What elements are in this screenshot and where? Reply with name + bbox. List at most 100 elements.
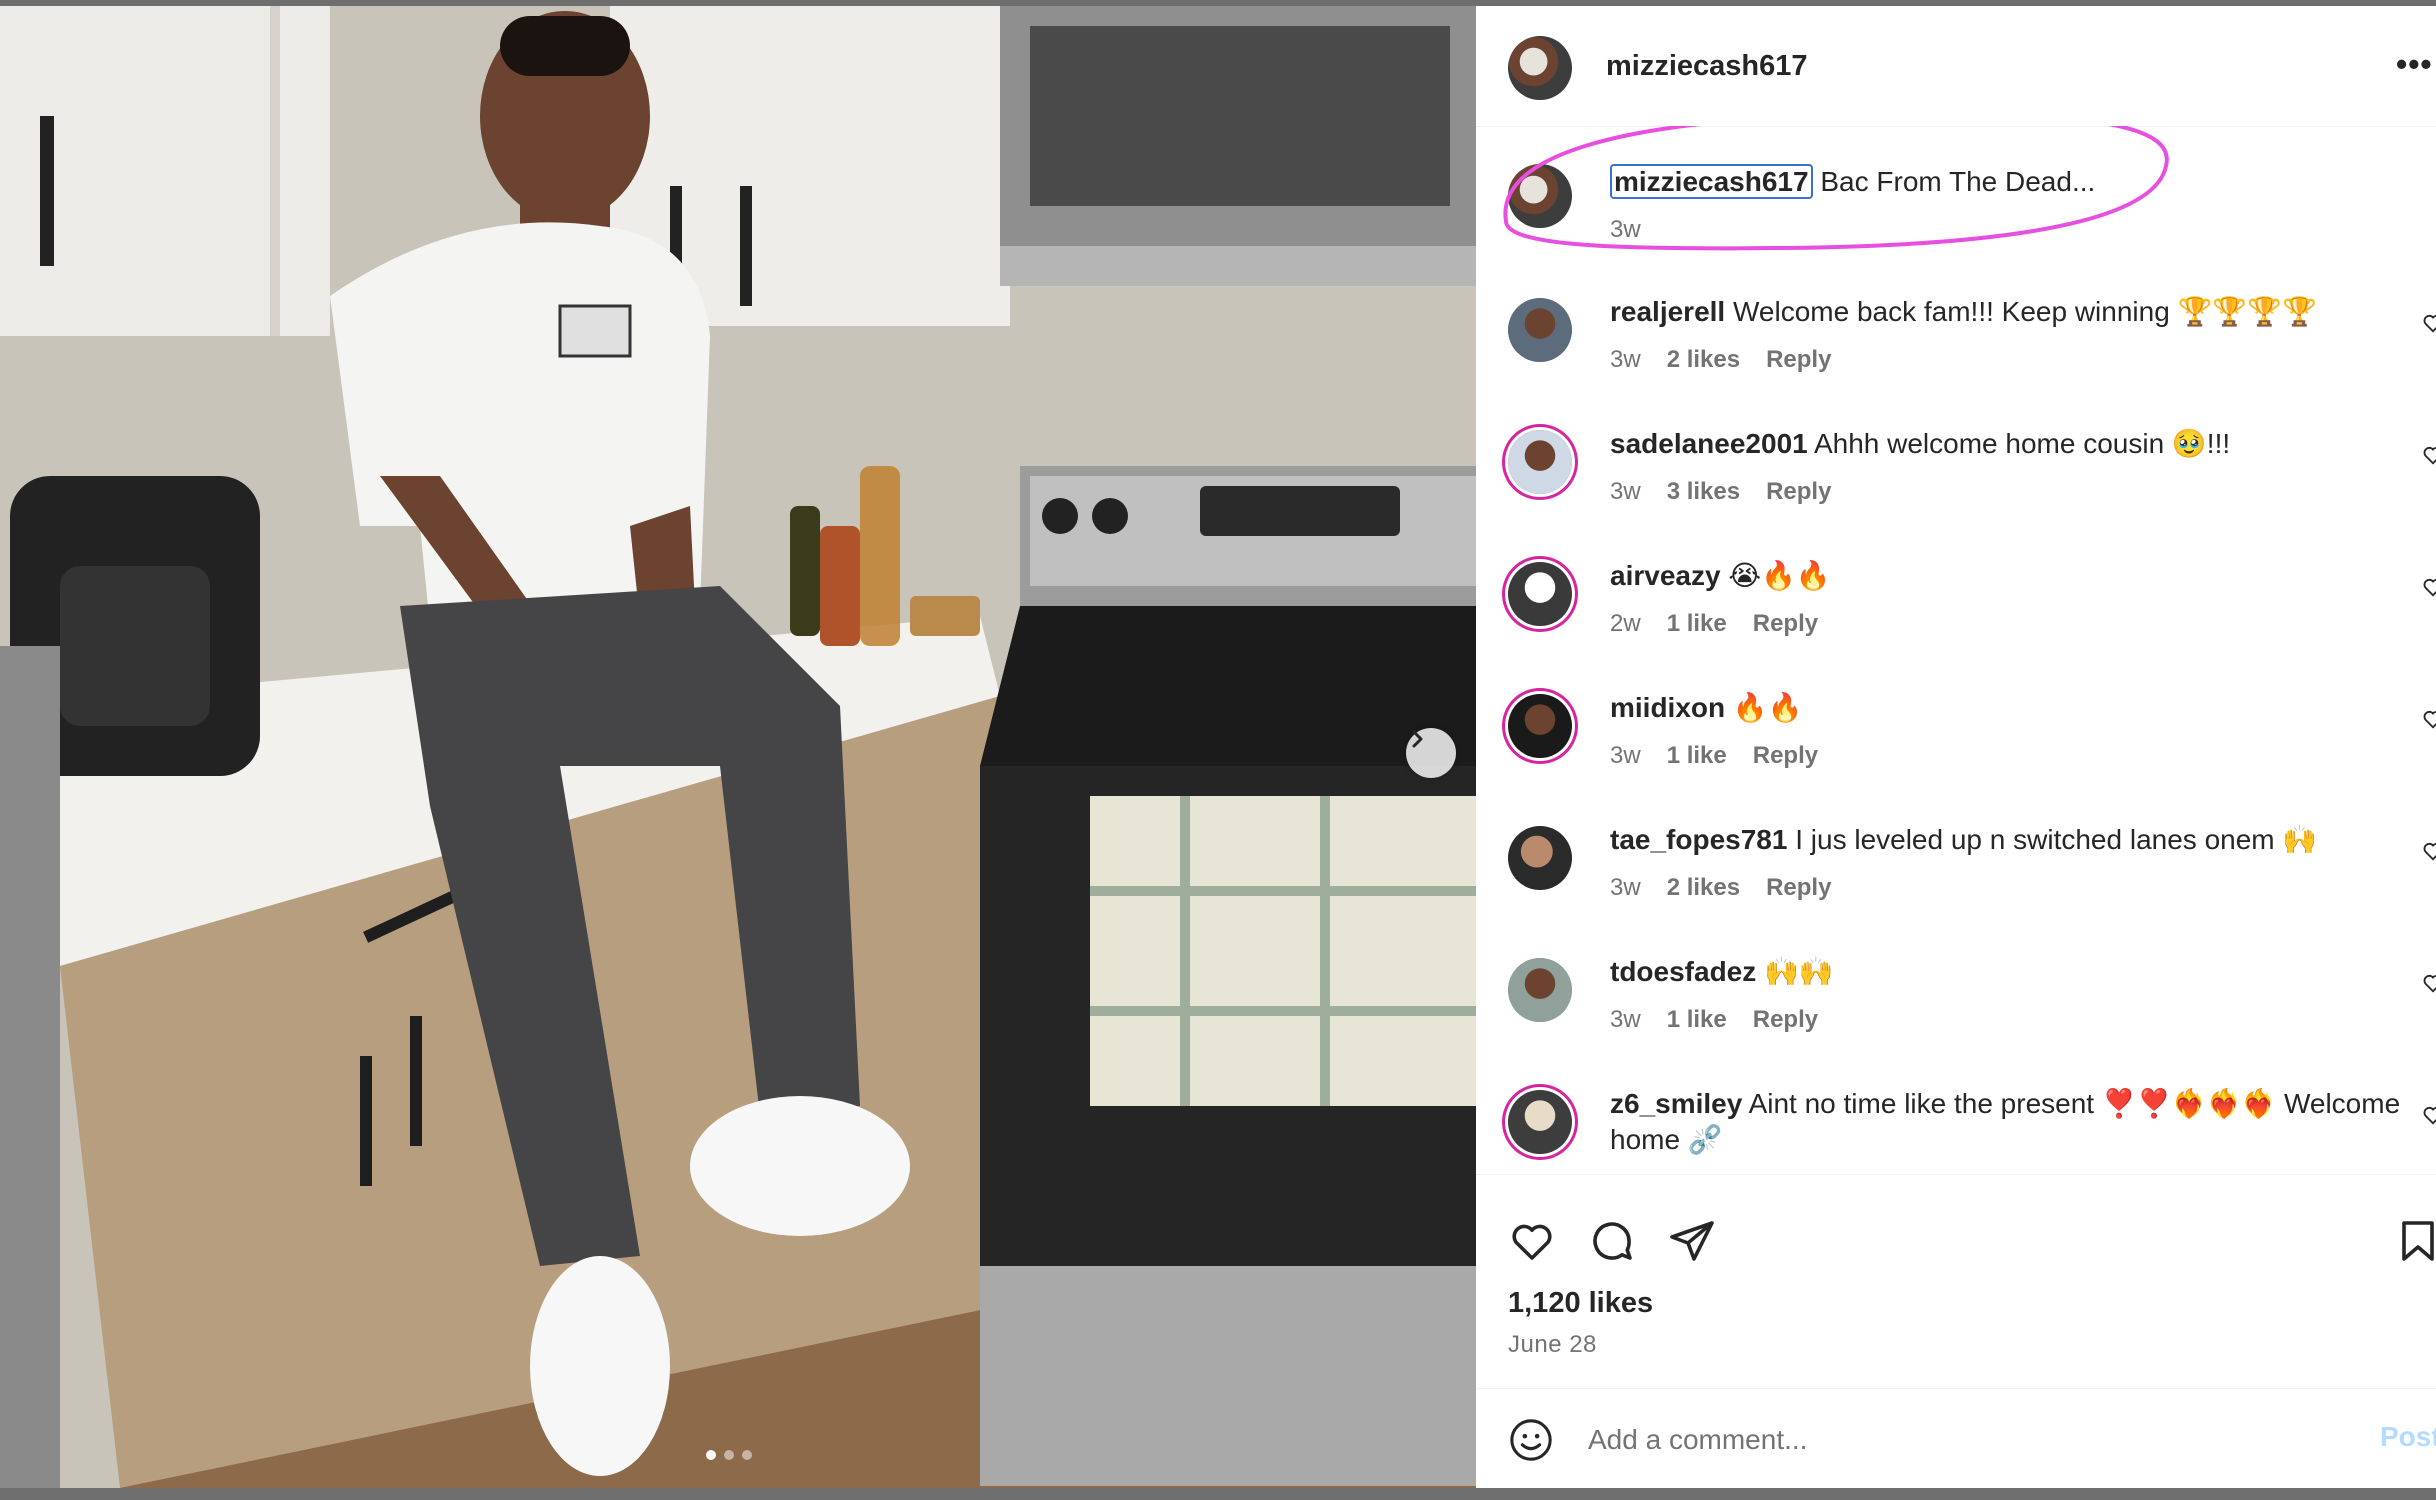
comment-meta: 3w 2 likes Reply xyxy=(1610,346,1831,374)
reply-button[interactable]: Reply xyxy=(1766,478,1831,506)
caption-time: 3w xyxy=(1610,216,1641,243)
post-caption: mizziecash617 Bac From The Dead... 3w xyxy=(1476,126,2436,276)
comment-username[interactable]: sadelanee2001 xyxy=(1610,428,1808,459)
towel-stripe xyxy=(1090,886,1476,896)
heart-icon[interactable] xyxy=(1508,1217,1556,1265)
can xyxy=(910,596,980,636)
heart-icon[interactable] xyxy=(2422,1104,2436,1126)
reply-button[interactable]: Reply xyxy=(1753,610,1818,638)
emoji-icon[interactable] xyxy=(1508,1417,1554,1463)
comment-time: 2w xyxy=(1610,610,1641,637)
comment-avatar[interactable] xyxy=(1508,430,1572,494)
person-hair xyxy=(500,16,630,76)
comment-likes[interactable]: 3 likes xyxy=(1667,478,1740,506)
author-username[interactable]: mizziecash617 xyxy=(1606,50,1808,83)
heart-icon[interactable] xyxy=(2422,444,2436,466)
cabinet-seam xyxy=(270,6,280,336)
heart-icon[interactable] xyxy=(2422,708,2436,730)
stove-knob xyxy=(1042,498,1078,534)
comments-list[interactable]: mizziecash617 Bac From The Dead... 3w re… xyxy=(1476,126,2436,1174)
kitchen-photo xyxy=(0,6,1476,1488)
heart-icon[interactable] xyxy=(2422,840,2436,862)
caption-username[interactable]: mizziecash617 xyxy=(1610,164,1813,199)
comment-avatar[interactable] xyxy=(1508,958,1572,1022)
share-icon[interactable] xyxy=(1668,1217,1716,1265)
comment-text: z6_smiley Aint no time like the present … xyxy=(1610,1086,2410,1158)
towel-stripe xyxy=(1180,796,1190,1106)
heart-icon[interactable] xyxy=(2422,312,2436,334)
caption-text: mizziecash617 Bac From The Dead... xyxy=(1610,164,2410,200)
post-comment-button[interactable]: Post xyxy=(2380,1421,2436,1453)
cabinet-handle xyxy=(360,1056,372,1186)
comment-likes[interactable]: 1 like xyxy=(1667,1006,1727,1034)
comment-icon[interactable] xyxy=(1588,1217,1636,1265)
dish-towel xyxy=(1090,796,1476,1106)
comment-row: airveazy 😭🔥🔥 2w 1 like Reply xyxy=(1476,546,2436,676)
cabinet-handle xyxy=(40,116,54,266)
carousel-dot xyxy=(724,1450,734,1460)
heart-icon[interactable] xyxy=(2422,576,2436,598)
next-photo-button[interactable] xyxy=(1406,728,1456,778)
reply-button[interactable]: Reply xyxy=(1766,874,1831,902)
heart-icon[interactable] xyxy=(2422,972,2436,994)
comment-avatar[interactable] xyxy=(1508,562,1572,626)
comment-likes[interactable]: 1 like xyxy=(1667,742,1727,770)
comment-avatar[interactable] xyxy=(1508,694,1572,758)
comment-text: tdoesfadez 🙌🙌 xyxy=(1610,954,2410,990)
comment-text: miidixon 🔥🔥 xyxy=(1610,690,2410,726)
comment-text: airveazy 😭🔥🔥 xyxy=(1610,558,2410,594)
comment-body: I jus leveled up n switched lanes onem 🙌 xyxy=(1795,824,2318,855)
likes-count[interactable]: 1,120 likes xyxy=(1508,1287,1653,1320)
caption-avatar[interactable] xyxy=(1508,164,1572,228)
comment-body: 🙌🙌 xyxy=(1764,956,1834,987)
comment-body: Ahhh welcome home cousin 🥹!!! xyxy=(1813,428,2231,459)
post-header: mizziecash617 ••• xyxy=(1476,6,2436,127)
comment-text: realjerell Welcome back fam!!! Keep winn… xyxy=(1610,294,2410,330)
comment-avatar[interactable] xyxy=(1508,826,1572,890)
comment-meta: 3w 3 likes Reply xyxy=(1610,478,1831,506)
comment-username[interactable]: z6_smiley xyxy=(1610,1088,1742,1119)
bottle xyxy=(790,506,820,636)
comment-likes[interactable]: 1 like xyxy=(1667,610,1727,638)
comment-meta: 2w 1 like Reply xyxy=(1610,610,1818,638)
comment-row: sadelanee2001 Ahhh welcome home cousin 🥹… xyxy=(1476,414,2436,544)
comment-input[interactable] xyxy=(1586,1417,2270,1463)
comment-meta: 3w 1 like Reply xyxy=(1610,1006,1818,1034)
comment-text: tae_fopes781 I jus leveled up n switched… xyxy=(1610,822,2410,858)
fridge-edge xyxy=(0,646,60,1488)
bottle xyxy=(860,466,900,646)
comment-row: tae_fopes781 I jus leveled up n switched… xyxy=(1476,810,2436,940)
shirt-logo xyxy=(558,304,632,358)
caption-body: Bac From The Dead... xyxy=(1820,166,2096,197)
comment-likes[interactable]: 2 likes xyxy=(1667,346,1740,374)
comment-time: 3w xyxy=(1610,346,1641,373)
add-comment-bar: Post xyxy=(1476,1388,2436,1488)
comment-username[interactable]: tdoesfadez xyxy=(1610,956,1756,987)
comment-avatar[interactable] xyxy=(1508,298,1572,362)
comment-row: tdoesfadez 🙌🙌 3w 1 like Reply xyxy=(1476,942,2436,1072)
stove-display xyxy=(1200,486,1400,536)
cabinet-handle xyxy=(740,186,752,306)
post-details-panel: mizziecash617 ••• mizziecash617 Bac From… xyxy=(1476,6,2436,1488)
author-avatar[interactable] xyxy=(1508,36,1572,100)
comment-username[interactable]: miidixon xyxy=(1610,692,1725,723)
carousel-dot xyxy=(742,1450,752,1460)
bookmark-icon[interactable] xyxy=(2394,1217,2436,1265)
reply-button[interactable]: Reply xyxy=(1766,346,1831,374)
reply-button[interactable]: Reply xyxy=(1753,742,1818,770)
comment-likes[interactable]: 2 likes xyxy=(1667,874,1740,902)
stove-knob xyxy=(1092,498,1128,534)
comment-meta: 3w 2 likes Reply xyxy=(1610,874,1831,902)
comment-username[interactable]: tae_fopes781 xyxy=(1610,824,1787,855)
comment-username[interactable]: realjerell xyxy=(1610,296,1725,327)
air-fryer-basket xyxy=(60,566,210,726)
reply-button[interactable]: Reply xyxy=(1753,1006,1818,1034)
sneaker-right xyxy=(690,1096,910,1236)
comment-username[interactable]: airveazy xyxy=(1610,560,1721,591)
comment-time: 3w xyxy=(1610,742,1641,769)
towel-stripe xyxy=(1320,796,1330,1106)
comment-body: 🔥🔥 xyxy=(1732,692,1803,723)
comment-avatar[interactable] xyxy=(1508,1090,1572,1154)
oven-drawer xyxy=(980,1266,1476,1486)
more-icon[interactable]: ••• xyxy=(2396,46,2433,83)
